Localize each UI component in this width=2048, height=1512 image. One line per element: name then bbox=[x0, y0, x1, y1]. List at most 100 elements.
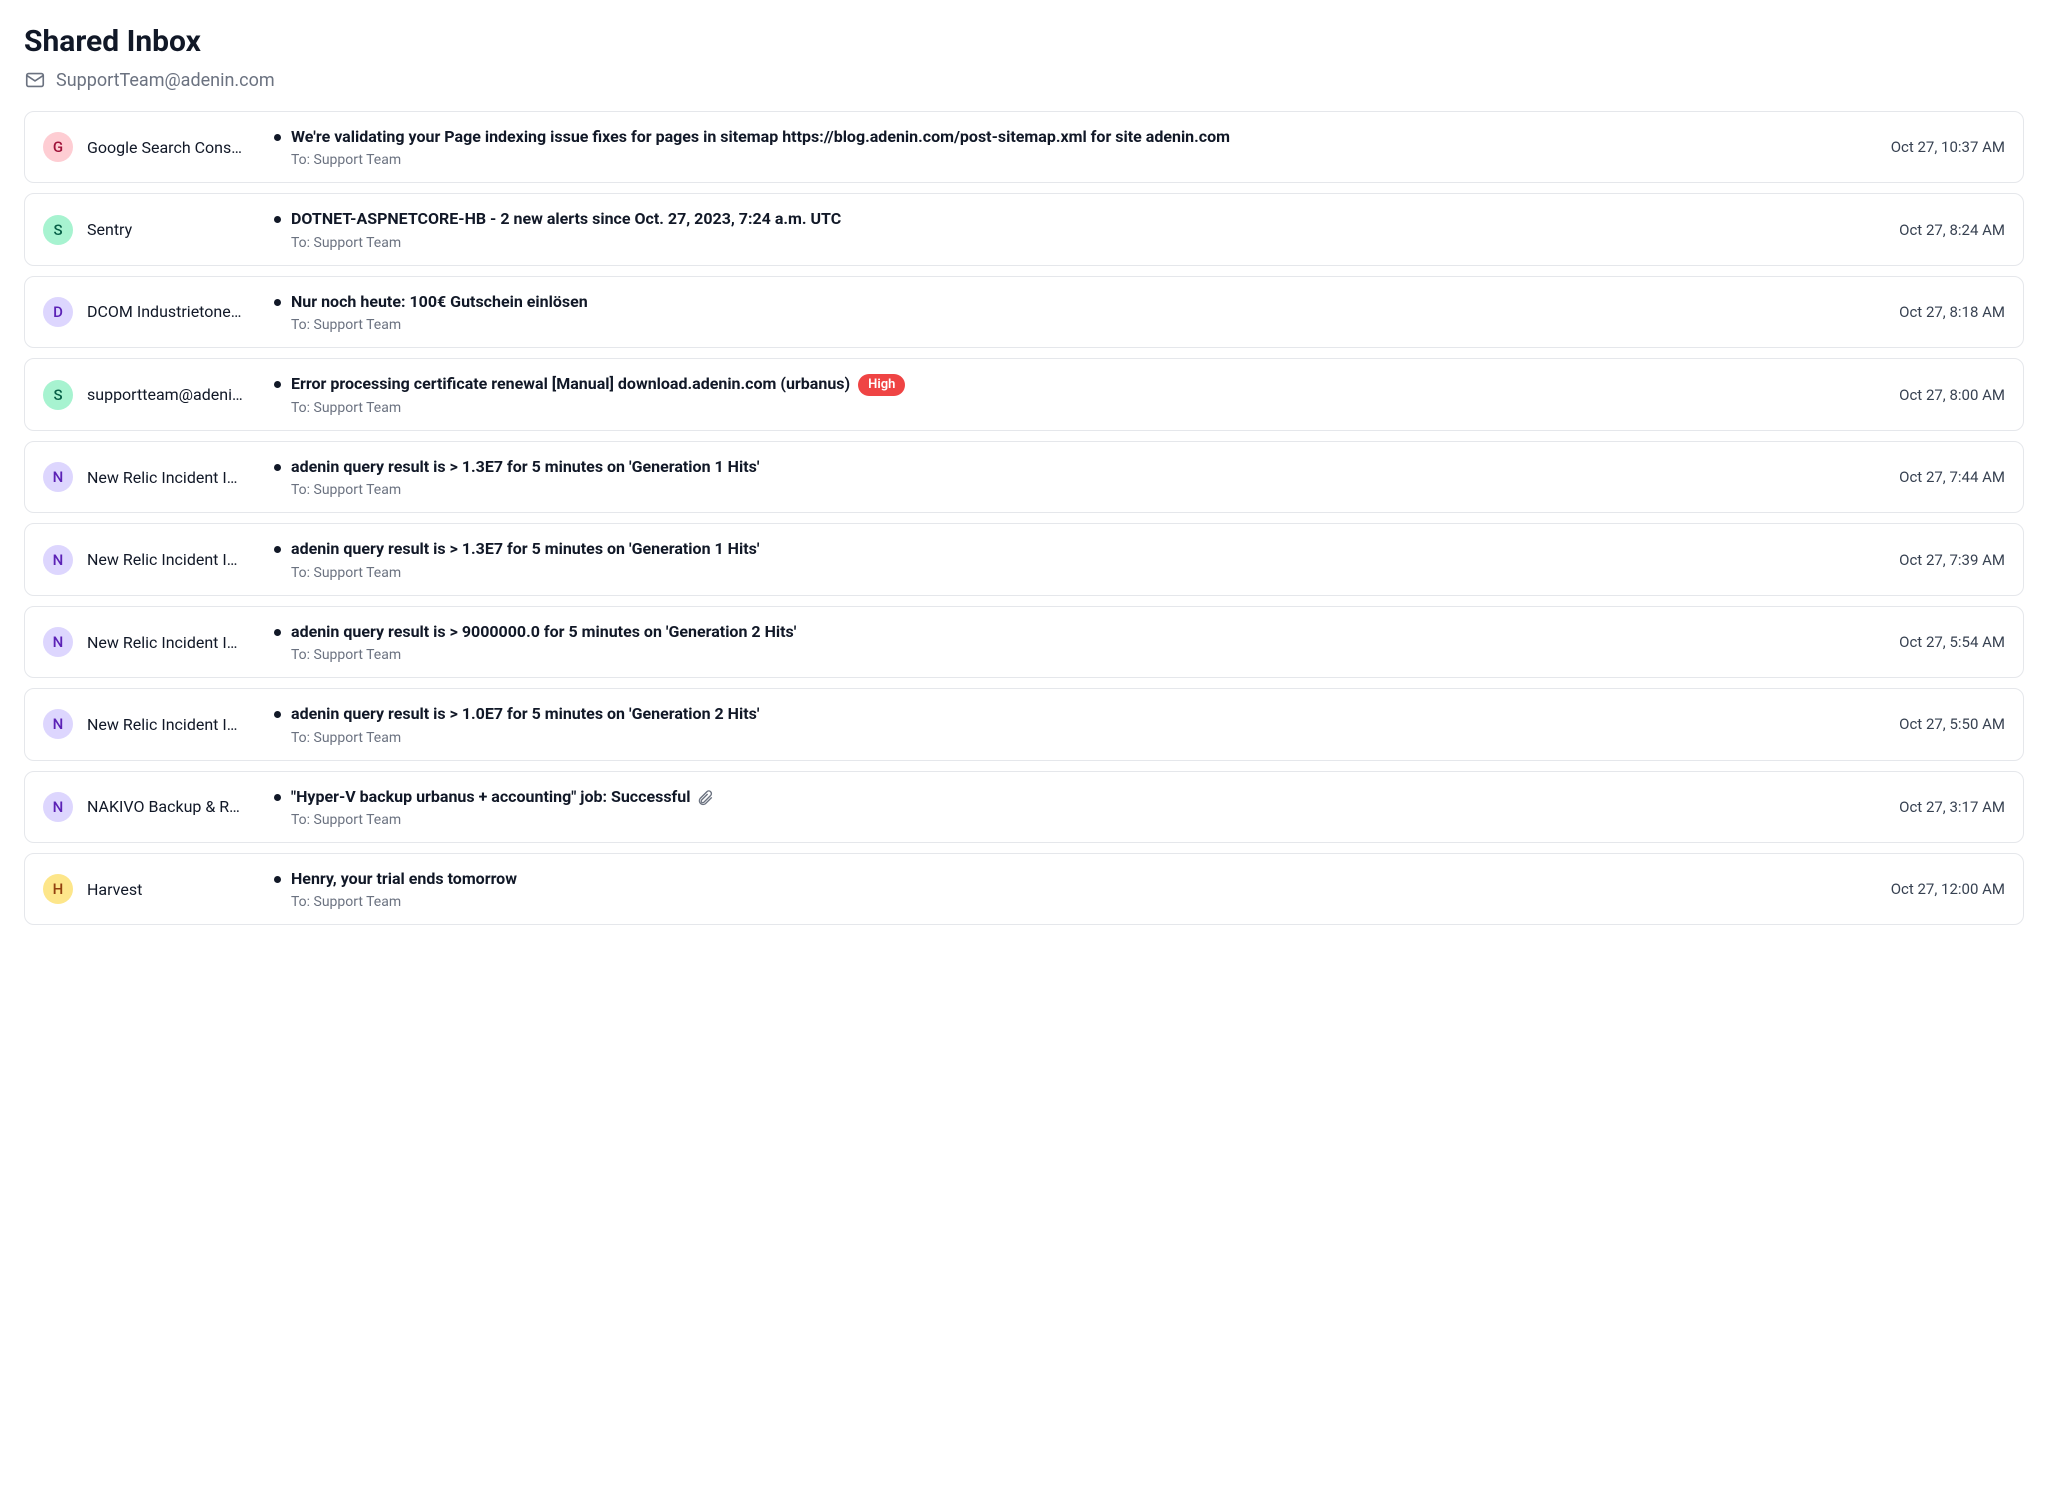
unread-dot-icon bbox=[274, 629, 281, 636]
unread-dot-icon bbox=[274, 794, 281, 801]
sender-name: New Relic Incident I… bbox=[87, 715, 237, 734]
recipient-line: To: Support Team bbox=[291, 400, 1867, 416]
message-row[interactable]: DDCOM Industrietone…Nur noch heute: 100€… bbox=[24, 276, 2024, 348]
message-row[interactable]: SSentryDOTNET-ASPNETCORE-HB - 2 new aler… bbox=[24, 193, 2024, 265]
message-row[interactable]: N New Relic Incident I… adenin query resul… bbox=[24, 441, 2024, 513]
to-value: Support Team bbox=[314, 894, 402, 910]
avatar: S bbox=[43, 380, 73, 410]
to-value: Support Team bbox=[314, 565, 402, 581]
unread-dot-icon bbox=[274, 381, 281, 388]
subject-value: Henry, your trial ends tomorrow bbox=[291, 869, 517, 888]
to-value: Support Team bbox=[314, 647, 402, 663]
subject-text: Henry, your trial ends tomorrow bbox=[291, 868, 517, 890]
subject-text: Error processing certificate renewal [Ma… bbox=[291, 373, 905, 396]
to-prefix: To: bbox=[291, 400, 314, 416]
inbox-address: SupportTeam@adenin.com bbox=[24, 69, 2024, 91]
subject-value: adenin query result is > 1.3E7 for 5 min… bbox=[291, 539, 759, 558]
unread-dot-icon bbox=[274, 711, 281, 718]
recipient-line: To: Support Team bbox=[291, 317, 1867, 333]
subject-text: adenin query result is > 1.0E7 for 5 min… bbox=[291, 703, 759, 725]
subject-text: adenin query result is > 1.3E7 for 5 min… bbox=[291, 456, 759, 478]
message-row[interactable]: N NAKIVO Backup & R… "Hyper-V backup urban… bbox=[24, 771, 2024, 843]
subject-value: "Hyper-V backup urbanus + accounting" jo… bbox=[291, 787, 690, 806]
timestamp: Oct 27, 5:54 AM bbox=[1899, 633, 2005, 651]
timestamp: Oct 27, 10:37 AM bbox=[1891, 138, 2005, 156]
subject-line: adenin query result is > 1.3E7 for 5 min… bbox=[274, 456, 1867, 478]
recipient-line: To: Support Team bbox=[291, 812, 1867, 828]
subject-line: DOTNET-ASPNETCORE-HB - 2 new alerts sinc… bbox=[274, 208, 1867, 230]
avatar: N bbox=[43, 627, 73, 657]
to-value: Support Team bbox=[314, 235, 402, 251]
sender-name: New Relic Incident I… bbox=[87, 633, 237, 652]
unread-dot-icon bbox=[274, 134, 281, 141]
attachment-icon bbox=[696, 788, 714, 806]
to-prefix: To: bbox=[291, 812, 314, 828]
to-value: Support Team bbox=[314, 482, 402, 498]
message-body: adenin query result is > 1.3E7 for 5 min… bbox=[274, 538, 1867, 580]
avatar: N bbox=[43, 709, 73, 739]
sender-column: N NAKIVO Backup & R… bbox=[43, 792, 258, 822]
message-row[interactable]: N New Relic Incident I… adenin query resul… bbox=[24, 606, 2024, 678]
subject-value: adenin query result is > 1.3E7 for 5 min… bbox=[291, 457, 759, 476]
to-value: Support Team bbox=[314, 152, 402, 168]
message-body: adenin query result is > 1.0E7 for 5 min… bbox=[274, 703, 1867, 745]
subject-value: adenin query result is > 9000000.0 for 5… bbox=[291, 622, 796, 641]
to-prefix: To: bbox=[291, 730, 314, 746]
subject-value: We're validating your Page indexing issu… bbox=[291, 127, 1230, 146]
recipient-line: To: Support Team bbox=[291, 565, 1867, 581]
avatar: G bbox=[43, 132, 73, 162]
message-body: DOTNET-ASPNETCORE-HB - 2 new alerts sinc… bbox=[274, 208, 1867, 250]
subject-text: adenin query result is > 1.3E7 for 5 min… bbox=[291, 538, 759, 560]
subject-text: We're validating your Page indexing issu… bbox=[291, 126, 1230, 148]
message-row[interactable]: HHarvestHenry, your trial ends tomorrowT… bbox=[24, 853, 2024, 925]
subject-text: DOTNET-ASPNETCORE-HB - 2 new alerts sinc… bbox=[291, 208, 841, 230]
message-row[interactable]: N New Relic Incident I… adenin query resul… bbox=[24, 688, 2024, 760]
avatar: N bbox=[43, 545, 73, 575]
priority-badge: High bbox=[858, 374, 905, 396]
timestamp: Oct 27, 7:44 AM bbox=[1899, 468, 2005, 486]
sender-name: Sentry bbox=[87, 220, 132, 239]
to-prefix: To: bbox=[291, 235, 314, 251]
sender-name: New Relic Incident I… bbox=[87, 550, 237, 569]
subject-value: Error processing certificate renewal [Ma… bbox=[291, 374, 850, 393]
unread-dot-icon bbox=[274, 299, 281, 306]
timestamp: Oct 27, 8:18 AM bbox=[1899, 303, 2005, 321]
subject-line: Henry, your trial ends tomorrow bbox=[274, 868, 1859, 890]
timestamp: Oct 27, 8:24 AM bbox=[1899, 221, 2005, 239]
message-body: Nur noch heute: 100€ Gutschein einlösen T… bbox=[274, 291, 1867, 333]
subject-text: "Hyper-V backup urbanus + accounting" jo… bbox=[291, 786, 714, 808]
message-row[interactable]: Ssupportteam@adeni… Error processing cert… bbox=[24, 358, 2024, 431]
to-prefix: To: bbox=[291, 565, 314, 581]
to-prefix: To: bbox=[291, 317, 314, 333]
timestamp: Oct 27, 5:50 AM bbox=[1899, 715, 2005, 733]
sender-name: New Relic Incident I… bbox=[87, 468, 237, 487]
message-body: "Hyper-V backup urbanus + accounting" jo… bbox=[274, 786, 1867, 828]
sender-name: supportteam@adeni… bbox=[87, 385, 243, 404]
recipient-line: To: Support Team bbox=[291, 647, 1867, 663]
sender-name: Google Search Cons… bbox=[87, 138, 242, 157]
sender-column: N New Relic Incident I… bbox=[43, 545, 258, 575]
page-title: Shared Inbox bbox=[24, 24, 2024, 59]
sender-column: N New Relic Incident I… bbox=[43, 627, 258, 657]
to-value: Support Team bbox=[314, 400, 402, 416]
timestamp: Oct 27, 3:17 AM bbox=[1899, 798, 2005, 816]
message-body: We're validating your Page indexing issu… bbox=[274, 126, 1859, 168]
avatar: N bbox=[43, 462, 73, 492]
timestamp: Oct 27, 12:00 AM bbox=[1891, 880, 2005, 898]
subject-value: Nur noch heute: 100€ Gutschein einlösen bbox=[291, 292, 588, 311]
subject-line: Nur noch heute: 100€ Gutschein einlösen bbox=[274, 291, 1867, 313]
message-row[interactable]: N New Relic Incident I… adenin query resul… bbox=[24, 523, 2024, 595]
message-row[interactable]: G Google Search Cons… We're validating you… bbox=[24, 111, 2024, 183]
sender-name: NAKIVO Backup & R… bbox=[87, 797, 240, 816]
timestamp: Oct 27, 8:00 AM bbox=[1899, 386, 2005, 404]
to-prefix: To: bbox=[291, 152, 314, 168]
avatar: N bbox=[43, 792, 73, 822]
timestamp: Oct 27, 7:39 AM bbox=[1899, 551, 2005, 569]
unread-dot-icon bbox=[274, 546, 281, 553]
subject-line: adenin query result is > 9000000.0 for 5… bbox=[274, 621, 1867, 643]
subject-line: Error processing certificate renewal [Ma… bbox=[274, 373, 1867, 396]
recipient-line: To: Support Team bbox=[291, 894, 1859, 910]
subject-value: DOTNET-ASPNETCORE-HB - 2 new alerts sinc… bbox=[291, 209, 841, 228]
subject-text: Nur noch heute: 100€ Gutschein einlösen bbox=[291, 291, 588, 313]
recipient-line: To: Support Team bbox=[291, 235, 1867, 251]
